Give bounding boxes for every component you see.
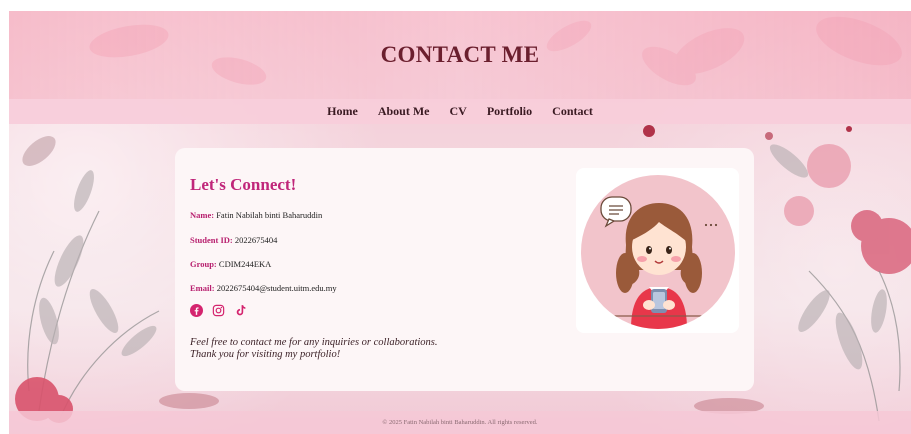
facebook-icon[interactable]: [190, 304, 203, 317]
email-row: Email: 2022675404@student.uitm.edu.my: [190, 283, 337, 293]
nav-link-portfolio[interactable]: Portfolio: [487, 104, 532, 119]
contact-note: Feel free to contact me for any inquirie…: [190, 337, 438, 361]
avatar-frame: [576, 168, 739, 333]
email-value[interactable]: 2022675404@student.uitm.edu.my: [217, 283, 337, 293]
nav-link-cv[interactable]: CV: [449, 104, 466, 119]
contact-card: Let's Connect! Name: Fatin Nabilah binti…: [175, 148, 754, 391]
name-value: Fatin Nabilah binti Baharuddin: [216, 210, 323, 220]
avatar: [581, 175, 735, 329]
tiktok-icon[interactable]: [234, 304, 247, 317]
footer: © 2025 Fatin Nabilah binti Baharuddin. A…: [9, 411, 911, 434]
name-label: Name:: [190, 210, 215, 220]
student-id-row: Student ID: 2022675404: [190, 235, 277, 245]
copyright-text: © 2025 Fatin Nabilah binti Baharuddin. A…: [382, 419, 538, 426]
contact-heading: Let's Connect!: [190, 175, 297, 194]
nav-link-home[interactable]: Home: [327, 104, 358, 119]
group-row: Group: CDIM244EKA: [190, 259, 271, 269]
page-title: CONTACT ME: [380, 42, 540, 67]
email-label: Email:: [190, 283, 215, 293]
nav-link-about-me[interactable]: About Me: [378, 104, 430, 119]
student-id-value: 2022675404: [234, 235, 278, 245]
social-links: [190, 304, 247, 317]
name-row: Name: Fatin Nabilah binti Baharuddin: [190, 210, 322, 220]
instagram-icon[interactable]: [212, 304, 225, 317]
student-id-label: Student ID:: [190, 235, 233, 245]
group-value: CDIM244EKA: [218, 259, 272, 269]
note-line-1: Feel free to contact me for any inquirie…: [190, 337, 438, 348]
nav-link-contact[interactable]: Contact: [552, 104, 593, 119]
group-label: Group:: [190, 259, 217, 269]
page: CONTACT ME Home About Me CV Portfolio Co…: [9, 11, 911, 434]
note-line-2: Thank you for visiting my portfolio!: [190, 349, 341, 360]
hero-header: CONTACT ME: [9, 11, 911, 99]
girl-illustration: [600, 196, 721, 329]
main-nav: Home About Me CV Portfolio Contact: [9, 99, 911, 124]
